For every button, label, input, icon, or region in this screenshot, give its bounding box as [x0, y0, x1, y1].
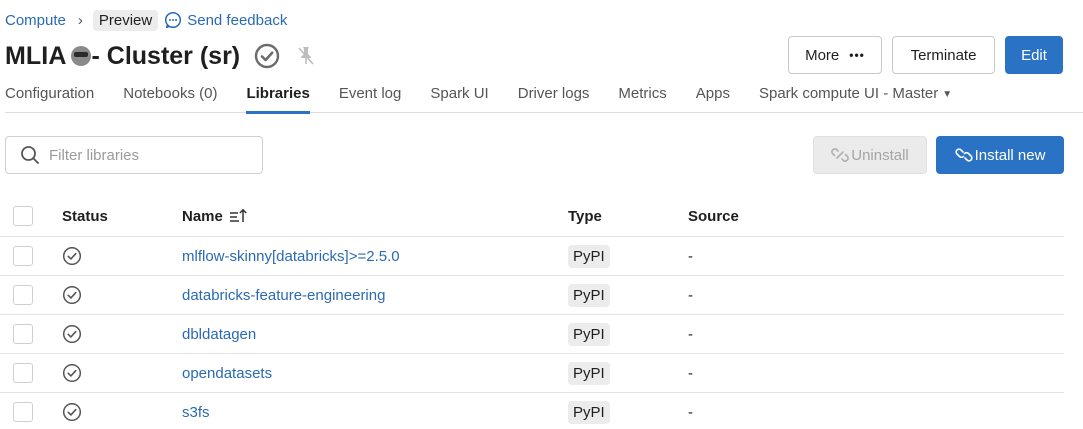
library-name-link[interactable]: opendatasets [182, 365, 272, 382]
type-badge: PyPI [568, 244, 610, 268]
tab-metrics[interactable]: Metrics [618, 83, 666, 113]
page-title-suffix: - Cluster (sr) [91, 41, 241, 70]
chat-bubble-icon [165, 11, 182, 29]
caret-down-icon: ▼ [942, 89, 953, 100]
row-checkbox[interactable] [13, 363, 33, 383]
row-checkbox[interactable] [13, 285, 33, 305]
check-circle-icon [62, 285, 82, 305]
check-circle-icon [62, 324, 82, 344]
tab-label: Spark UI [430, 85, 489, 102]
select-all-checkbox[interactable] [13, 206, 33, 226]
source-cell: - [688, 286, 693, 304]
row-checkbox[interactable] [13, 246, 33, 266]
row-checkbox[interactable] [13, 324, 33, 344]
tab-notebooks[interactable]: Notebooks (0) [123, 83, 217, 113]
sunglasses-emoji-icon [70, 46, 91, 66]
edit-button[interactable]: Edit [1005, 36, 1063, 74]
header-name[interactable]: Name [182, 196, 248, 236]
libraries-table: Status Name Type Source mlflow-skinny[da… [0, 196, 1064, 429]
type-badge: PyPI [568, 283, 610, 307]
tab-configuration[interactable]: Configuration [5, 83, 94, 113]
header-status: Status [62, 207, 108, 225]
library-name-link[interactable]: databricks-feature-engineering [182, 287, 385, 304]
tab-label: Metrics [618, 85, 667, 102]
tab-label: Spark compute UI - Master [758, 85, 939, 102]
tab-libraries[interactable]: Libraries [246, 83, 311, 114]
check-circle-icon [62, 402, 82, 422]
tab-driver-logs[interactable]: Driver logs [518, 83, 590, 113]
type-badge: PyPI [568, 361, 610, 385]
uninstall-button[interactable]: Uninstall [813, 136, 927, 174]
sort-ascending-icon[interactable] [228, 208, 248, 224]
tab-label: Driver logs [517, 85, 590, 102]
more-button[interactable]: More ••• [788, 36, 882, 74]
breadcrumb: Compute › Preview Send feedback [5, 9, 287, 31]
unlink-icon [831, 148, 849, 162]
table-row: opendatasets PyPI - [0, 354, 1064, 393]
header-type: Type [568, 207, 602, 225]
uninstall-label: Uninstall [851, 146, 909, 164]
check-circle-icon [62, 246, 82, 266]
source-cell: - [688, 247, 693, 265]
filter-libraries-field[interactable] [5, 136, 263, 174]
table-header: Status Name Type Source [0, 196, 1064, 237]
tab-spark-compute-ui-dropdown[interactable]: Spark compute UI - Master ▼ [759, 83, 952, 113]
check-circle-icon [62, 363, 82, 383]
send-feedback-label: Send feedback [187, 11, 288, 29]
tab-label: Apps [695, 85, 730, 102]
table-row: mlflow-skinny[databricks]>=2.5.0 PyPI - [0, 237, 1064, 276]
tab-label: Libraries [246, 85, 310, 102]
install-new-label: Install new [974, 146, 1046, 164]
tab-label: Notebooks (0) [123, 85, 218, 102]
tab-event-log[interactable]: Event log [339, 83, 402, 113]
send-feedback-link[interactable]: Send feedback [164, 11, 287, 29]
tab-bar: Configuration Notebooks (0) Libraries Ev… [5, 83, 1083, 114]
filter-libraries-input[interactable] [49, 146, 249, 164]
tab-spark-ui[interactable]: Spark UI [430, 83, 488, 113]
tab-label: Configuration [5, 85, 95, 102]
source-cell: - [688, 403, 693, 421]
install-new-button[interactable]: Install new [936, 136, 1064, 174]
header-actions: More ••• Terminate Edit [788, 36, 1063, 74]
table-row: s3fs PyPI - [0, 393, 1064, 429]
more-dots-icon: ••• [849, 48, 865, 62]
table-row: databricks-feature-engineering PyPI - [0, 276, 1064, 315]
library-name-link[interactable]: dbldatagen [182, 326, 256, 343]
header-source: Source [688, 207, 739, 225]
running-status-icon [254, 43, 280, 69]
source-cell: - [688, 325, 693, 343]
type-badge: PyPI [568, 400, 610, 424]
type-badge: PyPI [568, 322, 610, 346]
tab-label: Event log [338, 85, 402, 102]
page-title: MLIA [5, 41, 67, 70]
link-icon [954, 148, 973, 162]
terminate-button[interactable]: Terminate [892, 36, 995, 74]
breadcrumb-separator: › [77, 11, 83, 29]
library-name-link[interactable]: mlflow-skinny[databricks]>=2.5.0 [182, 248, 400, 265]
title-row: MLIA - Cluster (sr) [5, 38, 332, 74]
header-name-label: Name [182, 207, 223, 225]
table-row: dbldatagen PyPI - [0, 315, 1064, 354]
preview-badge: Preview [92, 9, 159, 31]
pin-icon[interactable] [296, 45, 316, 67]
search-icon [21, 146, 39, 164]
tab-apps[interactable]: Apps [696, 83, 730, 113]
library-name-link[interactable]: s3fs [182, 404, 210, 421]
row-checkbox[interactable] [13, 402, 33, 422]
more-button-label: More [805, 46, 840, 64]
breadcrumb-compute-link[interactable]: Compute [5, 12, 66, 29]
source-cell: - [688, 364, 693, 382]
